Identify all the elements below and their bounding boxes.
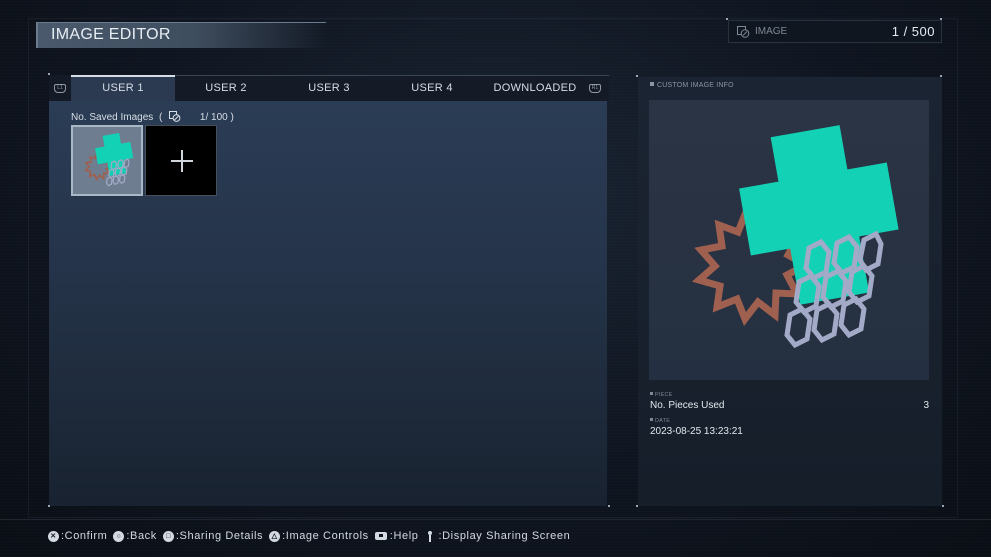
piece-section-label: PIECE bbox=[650, 392, 673, 398]
hint-confirm-label: :Confirm bbox=[61, 530, 108, 542]
create-new-image-button[interactable] bbox=[145, 125, 217, 196]
pieces-used-value: 3 bbox=[923, 400, 929, 411]
title-bar: IMAGE EDITOR bbox=[36, 22, 326, 48]
saved-count-value: 1/ 100 ) bbox=[199, 112, 234, 123]
cross-button-icon: ✕ bbox=[48, 530, 59, 542]
image-counter-value: 1 / 500 bbox=[891, 24, 935, 39]
bullet-icon bbox=[650, 82, 654, 86]
tab-user-1[interactable]: USER 1 bbox=[71, 75, 175, 101]
hint-confirm[interactable]: ✕ :Confirm bbox=[48, 530, 107, 542]
info-heading: CUSTOM IMAGE INFO bbox=[650, 82, 734, 89]
custom-image-info-panel: CUSTOM IMAGE INFO PIECE No. Pieces Used … bbox=[638, 77, 942, 506]
hint-help[interactable]: :Help bbox=[374, 530, 419, 542]
image-list-panel: L1 USER 1 USER 2 USER 3 USER 4 DOWNLOADE… bbox=[49, 75, 609, 506]
tab-user-4[interactable]: USER 4 bbox=[380, 75, 484, 101]
corner-marker bbox=[636, 505, 638, 507]
custom-image-preview-art bbox=[649, 100, 929, 380]
piece-section-text: PIECE bbox=[655, 392, 673, 398]
saved-images-count: ( 1/ 100 ) bbox=[159, 111, 234, 123]
stick-icon bbox=[428, 530, 433, 542]
date-value: 2023-08-25 13:23:21 bbox=[650, 426, 743, 437]
saved-images-area: No. Saved Images ( 1/ 100 ) bbox=[49, 101, 607, 506]
triangle-button-icon: △ bbox=[269, 530, 281, 542]
l1-bumper-icon[interactable]: L1 bbox=[54, 84, 66, 93]
image-counter-label: IMAGE bbox=[755, 26, 788, 37]
image-icon bbox=[737, 26, 750, 38]
corner-marker bbox=[48, 505, 50, 507]
image-preview bbox=[649, 100, 929, 380]
corner-marker bbox=[940, 18, 942, 20]
tab-user-3[interactable]: USER 3 bbox=[277, 75, 381, 101]
corner-marker bbox=[942, 505, 944, 507]
hint-image-controls-label: :Image Controls bbox=[282, 530, 369, 542]
hint-image-controls[interactable]: △ :Image Controls bbox=[269, 530, 369, 542]
page-title: IMAGE EDITOR bbox=[51, 26, 171, 43]
bullet-icon bbox=[650, 418, 653, 421]
button-hints-bar: ✕ :Confirm ○ :Back □ :Sharing Details △ … bbox=[48, 530, 576, 542]
user-tabs: L1 USER 1 USER 2 USER 3 USER 4 DOWNLOADE… bbox=[49, 75, 609, 101]
hint-help-label: :Help bbox=[389, 530, 419, 542]
custom-image-thumbnail-art bbox=[84, 130, 137, 187]
corner-marker bbox=[636, 75, 638, 77]
hint-display-sharing-screen[interactable]: :Display Sharing Screen bbox=[424, 530, 570, 542]
touchpad-icon bbox=[374, 532, 387, 540]
hint-sharing-details-label: :Sharing Details bbox=[175, 530, 264, 542]
saved-image-thumbnail[interactable] bbox=[71, 125, 143, 196]
date-section-label: DATE bbox=[650, 418, 670, 424]
circle-button-icon: ○ bbox=[113, 530, 125, 542]
bullet-icon bbox=[650, 392, 653, 395]
plus-icon-vertical bbox=[181, 150, 183, 172]
image-icon bbox=[169, 111, 181, 122]
info-heading-text: CUSTOM IMAGE INFO bbox=[657, 82, 734, 89]
hint-back-label: :Back bbox=[126, 530, 157, 542]
corner-marker bbox=[608, 505, 610, 507]
tab-user-2[interactable]: USER 2 bbox=[174, 75, 278, 101]
hint-display-sharing-screen-label: :Display Sharing Screen bbox=[438, 530, 571, 542]
pieces-used-label: No. Pieces Used bbox=[650, 400, 725, 411]
hint-back[interactable]: ○ :Back bbox=[113, 530, 157, 542]
r1-bumper-icon[interactable]: R1 bbox=[589, 84, 601, 93]
date-section-text: DATE bbox=[655, 418, 671, 424]
image-counter: IMAGE 1 / 500 bbox=[728, 20, 942, 43]
corner-marker bbox=[48, 73, 50, 75]
corner-marker bbox=[726, 18, 728, 20]
corner-marker bbox=[940, 75, 942, 77]
open-paren: ( bbox=[159, 112, 163, 123]
tab-downloaded[interactable]: DOWNLOADED bbox=[483, 75, 587, 101]
hint-sharing-details[interactable]: □ :Sharing Details bbox=[162, 530, 264, 542]
footer-divider bbox=[0, 519, 991, 520]
active-tab-indicator bbox=[71, 75, 175, 77]
saved-images-label: No. Saved Images bbox=[71, 112, 154, 123]
square-button-icon: □ bbox=[162, 530, 174, 542]
